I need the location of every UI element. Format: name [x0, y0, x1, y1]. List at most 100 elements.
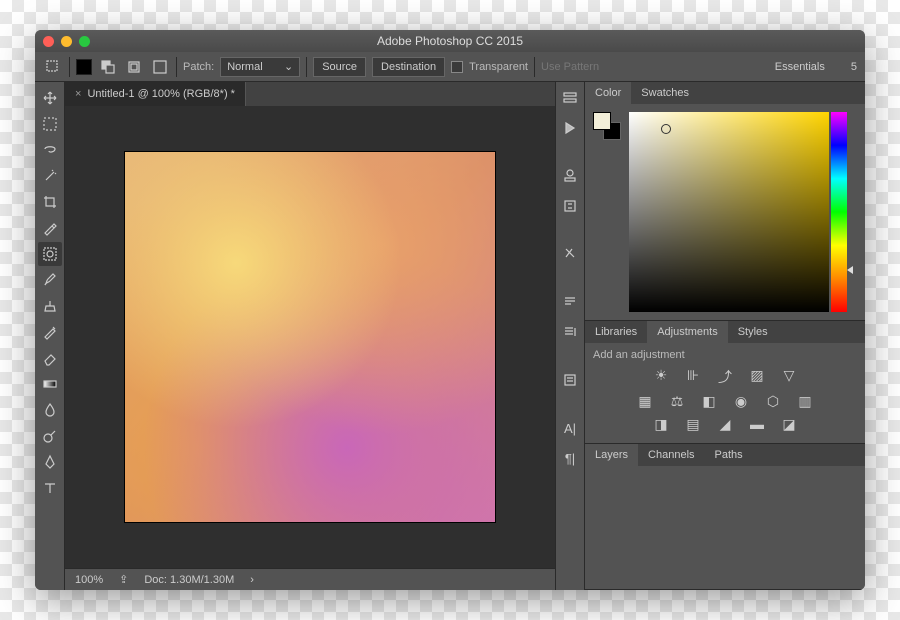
document-tab-title: Untitled-1 @ 100% (RGB/8*) *: [87, 88, 235, 100]
bw-adjustment-icon[interactable]: ◧: [699, 393, 719, 410]
titlebar: Adobe Photoshop CC 2015: [35, 30, 865, 52]
close-window-button[interactable]: [43, 36, 54, 47]
glyphs-panel-icon[interactable]: A|: [560, 418, 580, 438]
gradient-tool[interactable]: [38, 372, 62, 396]
move-tool[interactable]: [38, 86, 62, 110]
paragraph-panel-icon[interactable]: [560, 292, 580, 312]
hue-adjustment-icon[interactable]: ▦: [635, 393, 655, 410]
channel-mixer-icon[interactable]: ⬡: [763, 393, 783, 410]
saturation-value-field[interactable]: [629, 112, 829, 312]
tool-preset-icon[interactable]: [43, 57, 63, 77]
workspace-label[interactable]: Essentials: [775, 61, 825, 73]
pen-tool[interactable]: [38, 450, 62, 474]
lasso-tool[interactable]: [38, 138, 62, 162]
status-bar: 100% ⇪ Doc: 1.30M/1.30M ›: [65, 568, 555, 590]
magic-wand-tool[interactable]: [38, 164, 62, 188]
use-pattern-button: Use Pattern: [541, 61, 599, 73]
adjustments-panel-tabs: Libraries Adjustments Styles: [585, 321, 865, 343]
color-lookup-icon[interactable]: ▥: [795, 393, 815, 410]
actions-panel-icon[interactable]: [560, 118, 580, 138]
transparent-checkbox[interactable]: [451, 61, 463, 73]
canvas-viewport[interactable]: [65, 106, 555, 568]
foreground-background-swatch[interactable]: [593, 112, 621, 140]
threshold-adjustment-icon[interactable]: ◢: [715, 416, 735, 433]
layer-mode-icon-2[interactable]: [124, 57, 144, 77]
chevron-right-icon[interactable]: ›: [250, 574, 254, 586]
color-panel-tabs: Color Swatches: [585, 82, 865, 104]
canvas[interactable]: [125, 152, 495, 522]
window-controls: [43, 36, 90, 47]
crop-tool[interactable]: [38, 190, 62, 214]
count-label: 5: [851, 61, 857, 73]
dodge-tool[interactable]: [38, 424, 62, 448]
zoom-level[interactable]: 100%: [75, 574, 103, 586]
patch-mode-select[interactable]: Normal ⌄: [220, 57, 300, 77]
color-indicator[interactable]: [661, 124, 671, 134]
layers-panel-tabs: Layers Channels Paths: [585, 444, 865, 466]
selective-color-icon[interactable]: ◪: [779, 416, 799, 433]
character-panel-icon[interactable]: [560, 322, 580, 342]
document-tab[interactable]: × Untitled-1 @ 100% (RGB/8*) *: [65, 82, 246, 106]
channels-tab[interactable]: Channels: [638, 444, 704, 466]
app-window: Adobe Photoshop CC 2015 Patch: Normal ⌄ …: [35, 30, 865, 590]
collapsed-panels-strip: A| ¶|: [555, 82, 585, 590]
brightness-adjustment-icon[interactable]: ☀: [651, 367, 671, 387]
curves-adjustment-icon[interactable]: ⤴: [715, 367, 735, 387]
document-tabs: × Untitled-1 @ 100% (RGB/8*) *: [65, 82, 555, 106]
eraser-tool[interactable]: [38, 346, 62, 370]
clone-stamp-tool[interactable]: [38, 294, 62, 318]
brushes-panel-icon[interactable]: [560, 244, 580, 264]
styles-tab[interactable]: Styles: [728, 321, 778, 343]
destination-button[interactable]: Destination: [372, 57, 445, 77]
layers-tab[interactable]: Layers: [585, 444, 638, 466]
hue-indicator[interactable]: [847, 266, 853, 274]
close-tab-icon[interactable]: ×: [75, 88, 81, 100]
maximize-window-button[interactable]: [79, 36, 90, 47]
app-title: Adobe Photoshop CC 2015: [377, 34, 523, 48]
blur-tool[interactable]: [38, 398, 62, 422]
info-panel-icon[interactable]: [560, 196, 580, 216]
history-panel-icon[interactable]: [560, 88, 580, 108]
hue-slider[interactable]: [831, 112, 847, 312]
layer-mode-icon-1[interactable]: [98, 57, 118, 77]
libraries-tab[interactable]: Libraries: [585, 321, 647, 343]
eyedropper-tool[interactable]: [38, 216, 62, 240]
foreground-color[interactable]: [593, 112, 611, 130]
color-panel: Color Swatches: [585, 82, 865, 321]
posterize-adjustment-icon[interactable]: ▤: [683, 416, 703, 433]
patch-tool[interactable]: [38, 242, 62, 266]
exposure-adjustment-icon[interactable]: ▨: [747, 367, 767, 387]
layer-mode-icon-3[interactable]: [150, 57, 170, 77]
marquee-tool[interactable]: [38, 112, 62, 136]
notes-panel-icon[interactable]: [560, 370, 580, 390]
fill-swatches[interactable]: [76, 59, 92, 75]
minimize-window-button[interactable]: [61, 36, 72, 47]
tools-panel: [35, 82, 65, 590]
adjustments-tab[interactable]: Adjustments: [647, 321, 728, 343]
vibrance-adjustment-icon[interactable]: ▽: [779, 367, 799, 387]
layers-panel: Layers Channels Paths: [585, 444, 865, 590]
invert-adjustment-icon[interactable]: ◨: [651, 416, 671, 433]
type-tool[interactable]: [38, 476, 62, 500]
share-icon[interactable]: ⇪: [119, 573, 128, 586]
levels-adjustment-icon[interactable]: ⊪: [683, 367, 703, 387]
options-bar: Patch: Normal ⌄ Source Destination Trans…: [35, 52, 865, 82]
paths-tab[interactable]: Paths: [705, 444, 753, 466]
patch-label: Patch:: [183, 61, 214, 73]
properties-panel-icon[interactable]: [560, 166, 580, 186]
swatches-tab[interactable]: Swatches: [631, 82, 699, 104]
photo-filter-icon[interactable]: ◉: [731, 393, 751, 410]
color-tab[interactable]: Color: [585, 82, 631, 104]
source-button[interactable]: Source: [313, 57, 366, 77]
document-area: × Untitled-1 @ 100% (RGB/8*) * 100% ⇪ Do…: [65, 82, 555, 590]
chevron-down-icon: ⌄: [284, 60, 293, 73]
brush-tool[interactable]: [38, 268, 62, 292]
patch-mode-value: Normal: [227, 61, 262, 73]
transparent-label: Transparent: [469, 61, 528, 73]
paragraph-styles-icon[interactable]: ¶|: [560, 448, 580, 468]
color-balance-icon[interactable]: ⚖: [667, 393, 687, 410]
history-brush-tool[interactable]: [38, 320, 62, 344]
add-adjustment-label: Add an adjustment: [593, 349, 857, 361]
doc-info: Doc: 1.30M/1.30M: [144, 574, 234, 586]
gradient-map-icon[interactable]: ▬: [747, 416, 767, 433]
